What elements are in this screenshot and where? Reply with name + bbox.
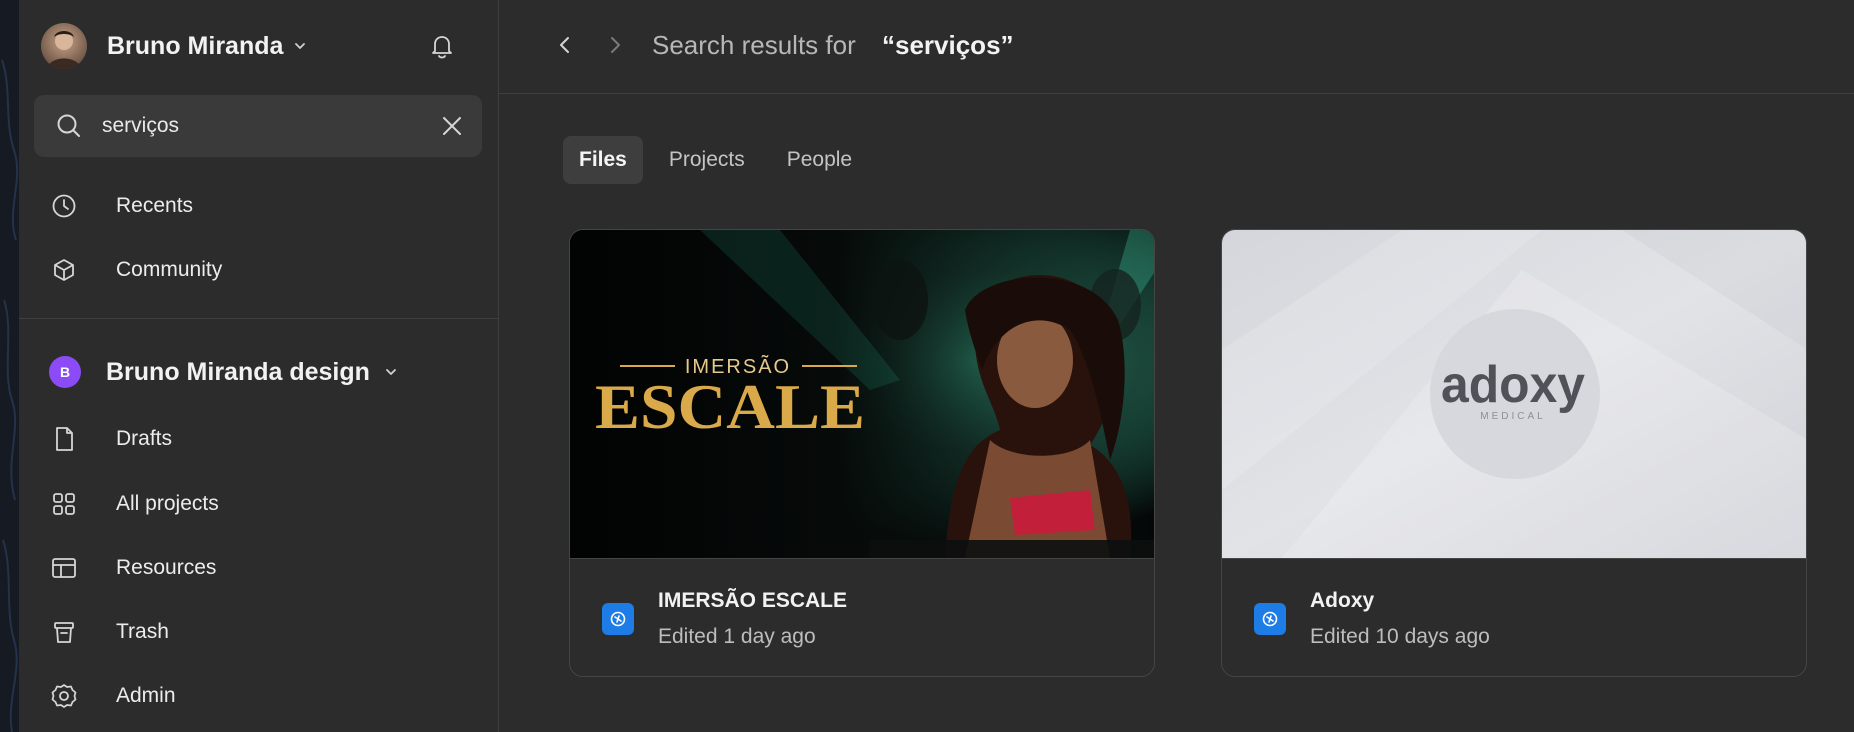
sidebar-item-label: Drafts <box>116 427 173 450</box>
design-file-icon <box>1254 603 1286 635</box>
file-meta: Adoxy Edited 10 days ago <box>1222 558 1806 676</box>
file-meta: IMERSÃO ESCALE Edited 1 day ago <box>570 558 1154 676</box>
layout-icon <box>52 558 76 578</box>
tab-files[interactable]: Files <box>563 136 643 184</box>
search-query: “serviços” <box>882 30 1014 60</box>
team-switcher[interactable]: B Bruno Miranda design <box>49 352 398 392</box>
sidebar-item-trash[interactable]: Trash <box>49 608 489 656</box>
search-icon <box>57 114 80 137</box>
file-icon <box>56 427 73 451</box>
result-tabs: Files Projects People <box>563 136 878 184</box>
chevron-left-icon[interactable] <box>553 31 577 59</box>
grid-icon <box>53 493 75 515</box>
file-card[interactable]: IMERSÃO ESCALE IMERSÃO ESCALE Edited 1 d… <box>569 229 1155 677</box>
team-badge: B <box>49 356 81 388</box>
desktop-edge <box>0 0 19 732</box>
sidebar-divider <box>19 318 499 319</box>
file-title: Adoxy <box>1310 589 1375 612</box>
sidebar-item-all-projects[interactable]: All projects <box>49 480 489 528</box>
avatar <box>41 23 87 69</box>
file-card[interactable]: adoxy MEDICAL Adoxy Edited 10 days ago <box>1221 229 1807 677</box>
thumb-logo-sub: MEDICAL <box>1480 411 1545 422</box>
thumb-logo: adoxy <box>1441 356 1585 414</box>
sidebar-item-drafts[interactable]: Drafts <box>49 415 489 463</box>
main-content: Search results for “serviços” Files Proj… <box>499 0 1854 732</box>
sidebar-item-label: Community <box>116 258 223 281</box>
search-results-label: Search results for <box>652 30 856 60</box>
account-name: Bruno Miranda <box>107 31 284 60</box>
sidebar-item-label: All projects <box>116 492 219 515</box>
tab-projects[interactable]: Projects <box>653 136 761 184</box>
sidebar-item-label: Trash <box>116 620 169 643</box>
search-box <box>34 95 482 157</box>
sidebar-item-label: Resources <box>116 556 217 579</box>
file-edited: Edited 1 day ago <box>658 625 816 648</box>
topbar: Search results for “serviços” <box>499 0 1854 94</box>
clock-icon <box>52 194 76 218</box>
chevron-down-icon <box>386 369 396 375</box>
design-file-icon <box>602 603 634 635</box>
team-name: Bruno Miranda design <box>106 357 370 386</box>
sidebar-item-resources[interactable]: Resources <box>49 544 489 592</box>
thumb-title: ESCALE <box>595 371 865 442</box>
sidebar-item-label: Recents <box>116 194 194 217</box>
sidebar-item-admin[interactable]: Admin <box>49 672 489 720</box>
sidebar-item-label: Admin <box>116 684 176 707</box>
file-title: IMERSÃO ESCALE <box>658 589 848 612</box>
search-input[interactable] <box>102 95 402 157</box>
gear-icon <box>51 684 77 708</box>
trash-icon <box>54 622 74 643</box>
file-edited: Edited 10 days ago <box>1310 625 1490 648</box>
close-icon[interactable] <box>438 112 466 140</box>
chevron-right-icon[interactable] <box>603 31 627 59</box>
bell-icon[interactable] <box>427 31 457 61</box>
account-switcher[interactable]: Bruno Miranda <box>41 20 481 72</box>
sidebar: Bruno Miranda Recents Community <box>19 0 499 732</box>
sidebar-item-community[interactable]: Community <box>49 246 489 294</box>
sidebar-item-recents[interactable]: Recents <box>49 182 489 230</box>
file-thumbnail: adoxy MEDICAL <box>1222 230 1806 558</box>
chevron-down-icon <box>295 43 306 49</box>
tab-people[interactable]: People <box>771 136 868 184</box>
file-thumbnail: IMERSÃO ESCALE <box>570 230 1154 558</box>
community-icon <box>54 259 74 281</box>
